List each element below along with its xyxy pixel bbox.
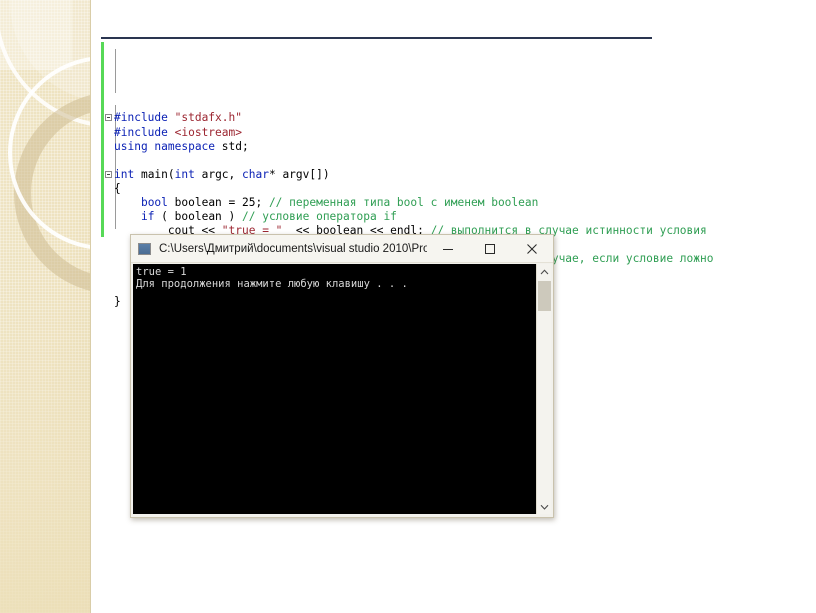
- code-line: using namespace std;: [101, 140, 801, 154]
- code-token: * argv[]): [268, 167, 330, 181]
- code-line: bool boolean = 25; // переменная типа bo…: [101, 196, 801, 210]
- code-token: #include: [114, 125, 175, 139]
- minimize-icon: [443, 248, 453, 250]
- maximize-button[interactable]: [469, 235, 511, 262]
- code-token: }: [114, 294, 121, 308]
- code-token: argc,: [201, 167, 243, 181]
- code-line: if ( boolean ) // условие оператора if: [101, 210, 801, 224]
- maximize-icon: [485, 243, 495, 254]
- console-output-text: true = 1 Для продолжения нажмите любую к…: [136, 266, 408, 290]
- code-line: {: [101, 182, 801, 196]
- console-title: C:\Users\Дмитрий\documents\visual studio…: [159, 242, 427, 255]
- code-token: // переменная типа bool с именем boolean: [268, 196, 539, 210]
- chevron-up-icon: [540, 268, 549, 274]
- slide-canvas: #include "stdafx.h" #include <iostream> us…: [0, 0, 816, 613]
- console-app-icon: [138, 242, 151, 255]
- console-titlebar[interactable]: C:\Users\Дмитрий\documents\visual studio…: [131, 235, 553, 263]
- code-token: ( boolean ): [154, 210, 242, 224]
- code-line: #include <iostream>: [101, 126, 801, 140]
- console-scrollbar[interactable]: [536, 264, 551, 514]
- scrollbar-thumb[interactable]: [538, 281, 551, 311]
- code-fold-toggle-icon[interactable]: [105, 170, 112, 178]
- code-fold-toggle-icon[interactable]: [105, 114, 112, 122]
- code-token: if: [140, 210, 155, 224]
- code-token: boolean = 25;: [174, 196, 269, 210]
- editor-fold-guide-upper: [115, 49, 116, 93]
- code-token: #include: [114, 111, 175, 125]
- console-output-area[interactable]: true = 1 Для продолжения нажмите любую к…: [133, 264, 543, 514]
- code-line: #include "stdafx.h": [101, 111, 801, 125]
- code-token: int: [114, 167, 141, 181]
- scroll-down-button[interactable]: [537, 499, 552, 514]
- code-token: bool: [140, 196, 175, 210]
- code-token: {: [114, 181, 121, 195]
- code-token: // условие оператора if: [242, 210, 397, 224]
- close-button[interactable]: [511, 235, 553, 262]
- code-token: std;: [221, 139, 249, 153]
- code-token: using namespace: [114, 139, 222, 153]
- code-token: int: [174, 167, 202, 181]
- decor-bottom-shade: [0, 283, 90, 613]
- code-token: char: [242, 167, 269, 181]
- code-line: int main(int argc, char* argv[]): [101, 168, 801, 182]
- minimize-button[interactable]: [427, 235, 469, 262]
- console-window[interactable]: C:\Users\Дмитрий\documents\visual studio…: [130, 234, 554, 518]
- slide-decoration-band: [0, 0, 91, 613]
- close-icon: [527, 243, 537, 254]
- code-top-rule: [101, 37, 652, 39]
- code-token: "stdafx.h": [174, 111, 242, 125]
- scroll-up-button[interactable]: [537, 264, 552, 279]
- code-token: <iostream>: [174, 125, 242, 139]
- code-token: main(: [140, 167, 175, 181]
- chevron-down-icon: [540, 504, 549, 510]
